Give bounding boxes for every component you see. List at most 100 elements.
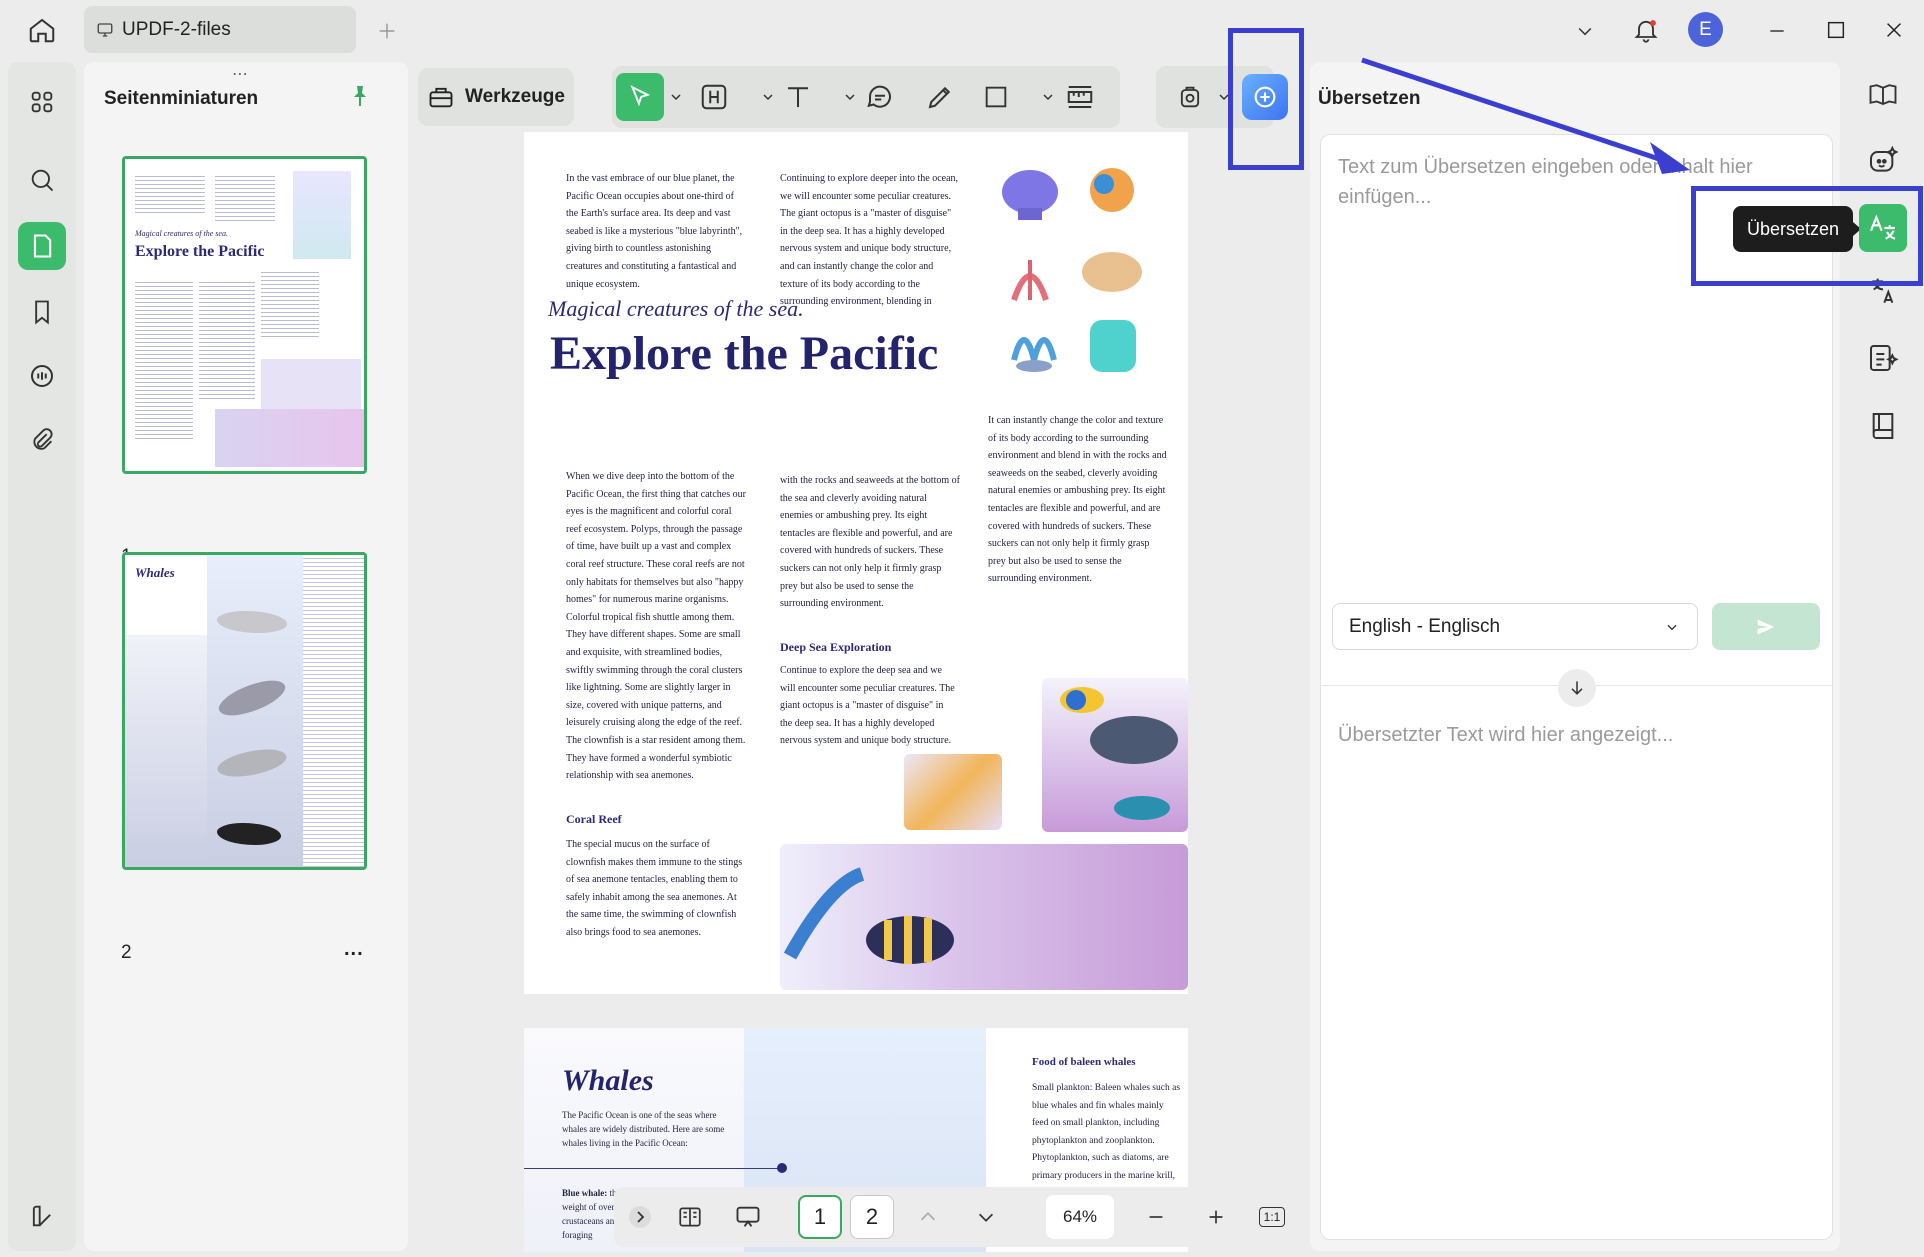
monitor-icon — [96, 21, 114, 39]
toolbox-icon — [427, 83, 455, 111]
page-more-options-icon[interactable]: ... — [344, 938, 364, 961]
comment-tool-icon[interactable] — [860, 77, 900, 117]
expand-arrow-icon[interactable] — [626, 1195, 654, 1239]
annotation-toolbar — [612, 66, 1120, 128]
highlight-tool-icon[interactable] — [694, 77, 734, 117]
user-avatar[interactable]: E — [1688, 12, 1723, 47]
page2-timeline-dot — [777, 1163, 787, 1173]
tab-title: UPDF-2-files — [122, 18, 231, 40]
deep-sea-heading: Deep Sea Exploration — [780, 640, 892, 654]
language-value: English - Englisch — [1349, 615, 1501, 637]
thumb-text-block — [261, 269, 319, 339]
deep-sea-text: Continue to explore the deep sea and we … — [780, 665, 955, 747]
zoom-level[interactable]: 64% — [1046, 1195, 1114, 1239]
pin-icon[interactable] — [348, 82, 372, 110]
page-number-label: 2 — [121, 942, 132, 963]
bookmark-icon[interactable] — [18, 288, 66, 336]
text-dropdown-caret-icon[interactable] — [844, 91, 856, 103]
page-thumbnails-icon[interactable] — [18, 222, 66, 270]
target-language-select[interactable]: English - Englisch — [1332, 603, 1698, 650]
thumb-text-block — [135, 279, 193, 439]
drag-handle-icon[interactable]: ⋯ — [232, 64, 249, 84]
page1-intro-col2: Continuing to explore deeper into the oc… — [780, 173, 959, 308]
notebook-icon[interactable] — [1865, 408, 1901, 444]
arrow-down-icon[interactable] — [1558, 669, 1596, 707]
sidebar-toggle-icon[interactable] — [18, 1192, 66, 1240]
ai-chat-bot-icon[interactable] — [1865, 142, 1901, 178]
close-icon[interactable] — [1878, 14, 1910, 46]
grid-apps-icon[interactable] — [18, 78, 66, 126]
presentation-icon[interactable] — [726, 1195, 770, 1239]
thumb-text-block — [215, 173, 275, 223]
new-tab-plus-icon[interactable] — [372, 16, 402, 46]
home-icon[interactable] — [22, 12, 62, 48]
thumb-title: Explore the Pacific — [135, 243, 265, 260]
coral-reef-text: The special mucus on the surface of clow… — [566, 839, 743, 938]
page2-intro: The Pacific Ocean is one of the seas whe… — [562, 1110, 725, 1148]
result-placeholder: Übersetzter Text wird hier angezeigt... — [1338, 724, 1674, 746]
thumbnails-panel: ⋯ Seitenminiaturen Magical creatures of … — [84, 62, 408, 1251]
tools-label: Werkzeuge — [465, 86, 565, 107]
reader-book-icon[interactable] — [1865, 76, 1901, 112]
chevron-down-icon — [1667, 624, 1677, 631]
highlight-box-translate — [1691, 186, 1923, 286]
notification-bell-icon[interactable] — [1628, 12, 1664, 48]
document-viewer[interactable]: In the vast embrace of our blue planet, … — [416, 128, 1306, 1252]
ai-summary-icon[interactable] — [1865, 340, 1901, 376]
page-layout-icon[interactable] — [668, 1195, 712, 1239]
next-page-icon[interactable] — [964, 1195, 1008, 1239]
stamp-tool-icon[interactable] — [1170, 77, 1210, 117]
minimize-icon[interactable] — [1762, 16, 1792, 46]
document-tab[interactable]: UPDF-2-files — [84, 6, 356, 53]
annotation-arrow — [1361, 57, 1690, 174]
select-dropdown-caret-icon[interactable] — [670, 91, 682, 103]
page1-col2-body: with the rocks and seaweeds at the botto… — [780, 475, 960, 610]
title-bar: UPDF-2-files E — [0, 0, 1924, 62]
panel-title: Seitenminiaturen — [104, 88, 259, 109]
translate-send-button[interactable] — [1712, 603, 1820, 650]
select-cursor-tool-icon[interactable] — [616, 73, 664, 121]
thumb-whales-title: Whales — [135, 565, 175, 580]
thumb-coral-image — [293, 171, 351, 259]
send-icon — [1757, 619, 1775, 634]
coral-reef-heading: Coral Reef — [566, 812, 622, 826]
zoom-in-icon[interactable] — [1196, 1195, 1236, 1239]
page-2-button[interactable]: 2 — [850, 1195, 894, 1239]
shape-dropdown-caret-icon[interactable] — [1042, 91, 1054, 103]
thumb-text-block — [303, 555, 364, 867]
page-1-button[interactable]: 1 — [798, 1195, 842, 1239]
zoom-out-icon[interactable] — [1136, 1195, 1176, 1239]
search-icon[interactable] — [18, 156, 66, 204]
measure-tool-icon[interactable] — [1060, 77, 1100, 117]
shape-tool-icon[interactable] — [976, 77, 1016, 117]
left-sidebar-rail — [8, 62, 76, 1251]
attachment-icon[interactable] — [18, 416, 66, 464]
thumb-text-block — [199, 279, 255, 399]
previous-page-icon[interactable] — [906, 1195, 950, 1239]
page1-title: Explore the Pacific — [550, 327, 939, 380]
text-tool-icon[interactable] — [778, 77, 818, 117]
highlight-dropdown-caret-icon[interactable] — [762, 91, 774, 103]
thumb-fish-image — [261, 359, 361, 409]
coral-image-grid — [994, 160, 1164, 380]
page-navigation-bar: 1 2 64% 1:1 — [614, 1187, 1306, 1247]
page1-col1-body: When we dive deep into the bottom of the… — [566, 471, 746, 782]
thumb-coral-image — [215, 409, 364, 467]
thumb-text-block — [135, 173, 205, 213]
comments-icon[interactable] — [18, 352, 66, 400]
page-thumbnail-2[interactable]: Whales — [122, 552, 367, 870]
baleen-text: Small plankton: Baleen whales such as bl… — [1032, 1083, 1181, 1199]
pen-tool-icon[interactable] — [920, 77, 960, 117]
page2-timeline-line — [524, 1168, 782, 1169]
maximize-icon[interactable] — [1820, 14, 1852, 46]
page1-col3-text: It can instantly change the color and te… — [988, 415, 1167, 585]
page1-subtitle: Magical creatures of the sea. — [548, 296, 804, 321]
tools-button[interactable]: Werkzeuge — [418, 68, 574, 126]
pufferfish-image — [1042, 678, 1188, 832]
thumb-whale-descriptions — [125, 635, 207, 867]
chevron-down-icon[interactable] — [1570, 16, 1600, 46]
pdf-page-1: In the vast embrace of our blue planet, … — [524, 132, 1188, 994]
actual-size-icon[interactable]: 1:1 — [1252, 1195, 1292, 1239]
page-thumbnail-1[interactable]: Magical creatures of the sea. Explore th… — [122, 156, 367, 474]
thumb-subtitle: Magical creatures of the sea. — [135, 229, 228, 238]
